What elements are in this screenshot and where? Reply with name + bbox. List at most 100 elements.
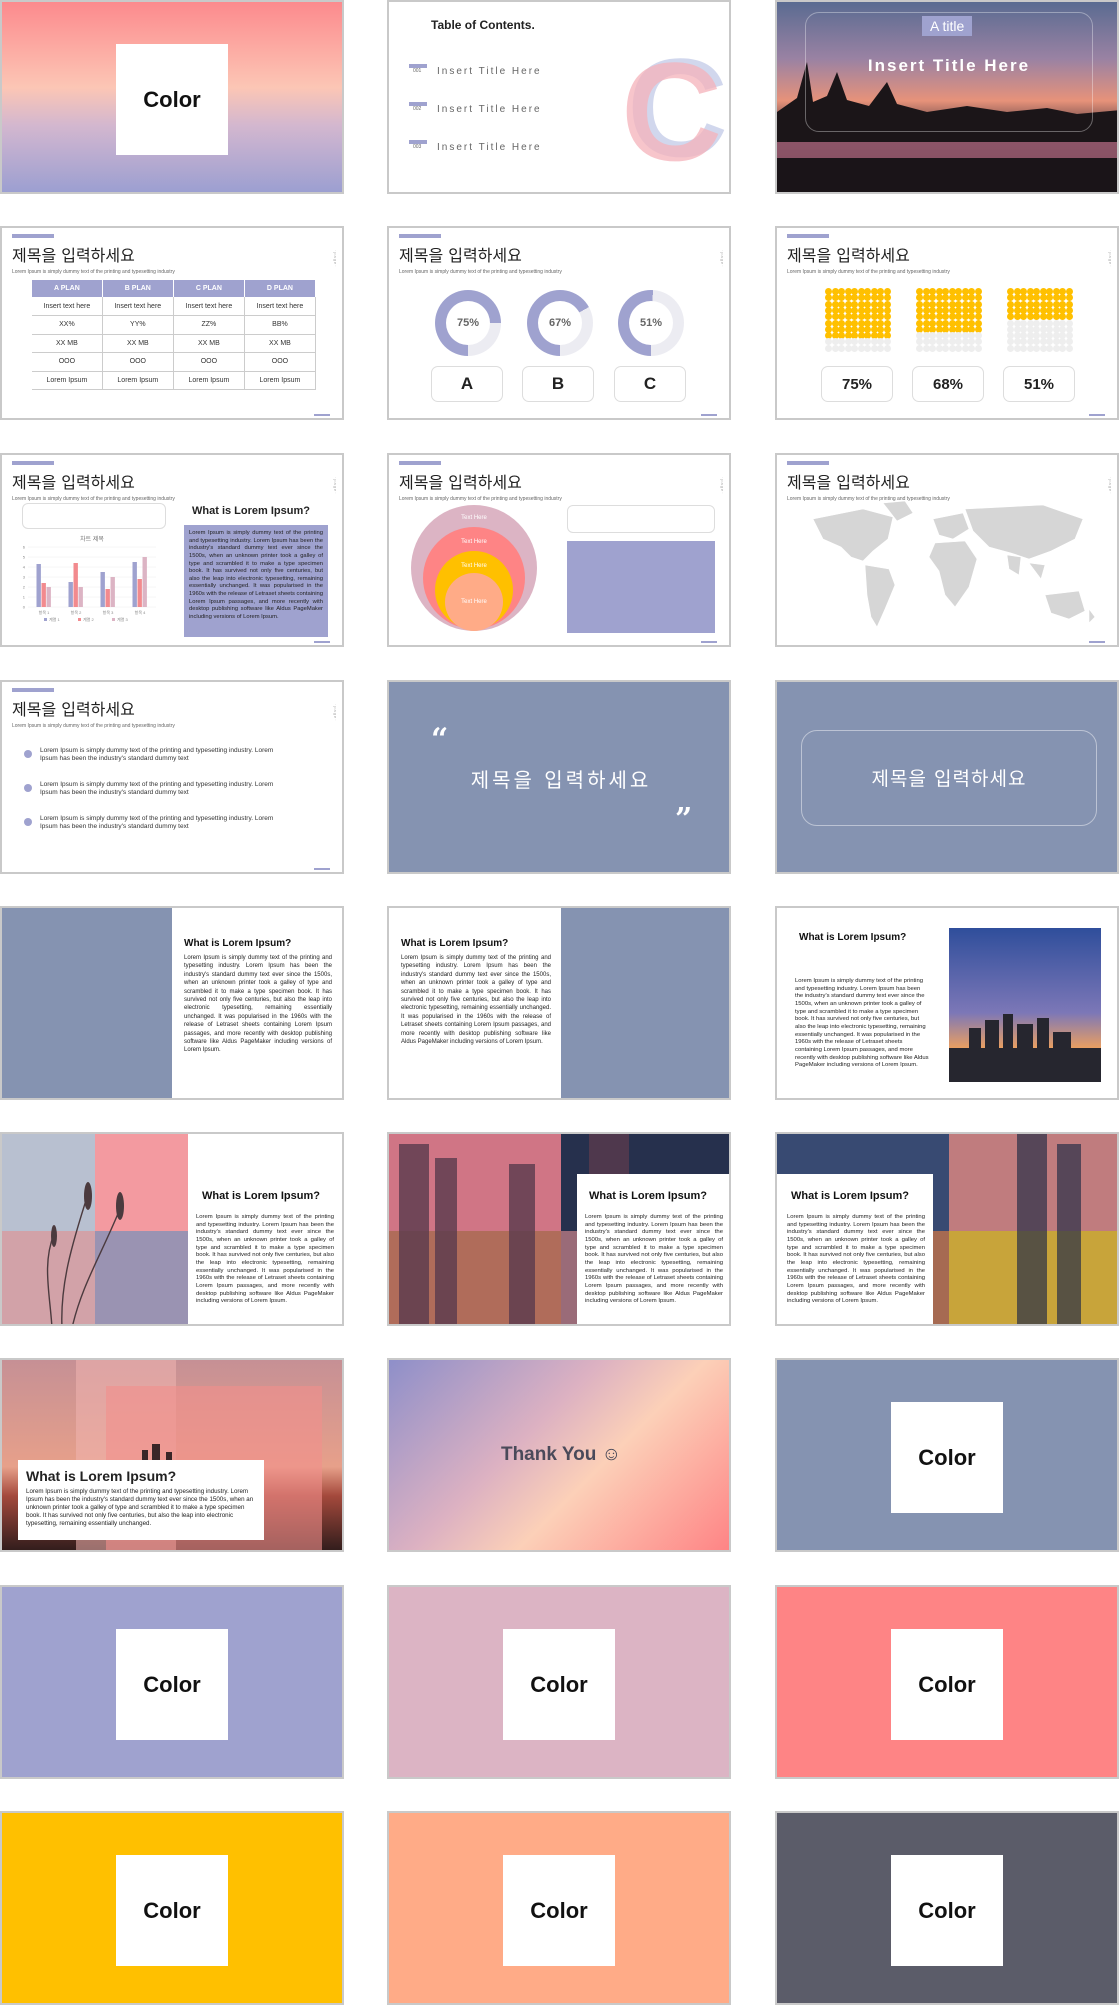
slide-text-left[interactable]: What is Lorem Ipsum? Lorem Ipsum is simp… [387, 906, 731, 1100]
slide-street-photo[interactable]: What is Lorem Ipsum? Lorem Ipsum is simp… [387, 1132, 731, 1326]
dot-chart [1007, 288, 1073, 352]
color-label: Color [891, 1855, 1003, 1966]
slide-text-right[interactable]: What is Lorem Ipsum? Lorem Ipsum is simp… [0, 906, 344, 1100]
dot [1020, 344, 1027, 352]
slide-color-pink[interactable]: Color [387, 1585, 731, 1779]
circle-label: Text Here [461, 539, 487, 545]
slide-quote[interactable]: “ 제목을 입력하세요 ” [387, 680, 731, 874]
table-row: XX MB XX MB XX MB XX MB [32, 334, 317, 353]
dot [883, 344, 891, 352]
sidebar-note: ·page· [333, 250, 338, 268]
table-header: C PLAN [173, 280, 245, 297]
slide-concentric[interactable]: 제목을 입력하세요 Lorem Ipsum is simply dummy tex… [387, 453, 731, 647]
dot [1065, 344, 1073, 352]
slide-subtitle: Lorem Ipsum is simply dummy text of the … [12, 496, 175, 502]
sidebar-note: ·page· [333, 477, 338, 495]
slide-dot-charts[interactable]: 제목을 입력하세요 Lorem Ipsum is simply dummy tex… [775, 226, 1119, 420]
slide-bar-chart[interactable]: 제목을 입력하세요 Lorem Ipsum is simply dummy tex… [0, 453, 344, 647]
bar [142, 557, 147, 607]
slide-subtitle: Lorem Ipsum is simply dummy text of the … [12, 269, 175, 275]
slide-subtitle: Lorem Ipsum is simply dummy text of the … [12, 723, 175, 729]
lorem-text: Lorem Ipsum is simply dummy text of the … [196, 1214, 334, 1305]
slide-color-yellow[interactable]: Color [0, 1811, 344, 2005]
color-label: Color [891, 1402, 1003, 1513]
lorem-box: Lorem Ipsum is simply dummy text of the … [184, 525, 328, 637]
sidebar-note: ·page· [720, 477, 725, 495]
legend-label: 계열 1 [49, 616, 60, 622]
dot [916, 344, 923, 352]
bullet-icon [24, 750, 32, 758]
slide-cover-photo[interactable]: A title Insert Title Here [775, 0, 1119, 194]
toc-big-letter: C [621, 33, 723, 190]
dot-chart [825, 288, 891, 352]
slide-grass-photo[interactable]: What is Lorem Ipsum? Lorem Ipsum is simp… [0, 1132, 344, 1326]
slide-color-steel[interactable]: Color [775, 1358, 1119, 1552]
donut-label: A [431, 366, 503, 402]
color-label: Color [503, 1629, 615, 1740]
y-tick-label: 6 [23, 545, 26, 550]
table-header: D PLAN [244, 280, 317, 297]
x-tick-label: 항목 3 [103, 609, 114, 615]
table-row: OOO OOO OOO OOO [32, 352, 317, 372]
bullet-text: Lorem Ipsum is simply dummy text of the … [40, 815, 274, 831]
slide-color-coral[interactable]: Color [775, 1585, 1119, 1779]
legend-label: 계열 3 [117, 616, 128, 622]
slide-toc[interactable]: Table of Contents. 001 Insert Title Here… [387, 0, 731, 194]
slide-color-peach[interactable]: Color [387, 1811, 731, 2005]
thank-you-text: Thank You ☺ [500, 1444, 622, 1465]
dot [968, 344, 975, 352]
cover-badge: A title [922, 16, 973, 36]
bar [68, 582, 73, 607]
close-quote-icon: ” [675, 802, 693, 837]
bar [100, 572, 105, 607]
slide-bullets[interactable]: 제목을 입력하세요 Lorem Ipsum is simply dummy tex… [0, 680, 344, 874]
slide-bridge-photo[interactable]: What is Lorem Ipsum? Lorem Ipsum is simp… [775, 1132, 1119, 1326]
slide-skyline-photo[interactable]: What is Lorem Ipsum? Lorem Ipsum is simp… [0, 1358, 344, 1552]
dot [974, 344, 982, 352]
bar [105, 589, 110, 607]
slide-donut-charts[interactable]: 제목을 입력하세요 Lorem Ipsum is simply dummy tex… [387, 226, 731, 420]
color-label: Color [116, 1855, 228, 1966]
slide-subtitle: Lorem Ipsum is simply dummy text of the … [399, 496, 562, 502]
dot-chart [916, 288, 982, 352]
dot [825, 344, 832, 352]
slide-color-lavender[interactable]: Color [0, 1585, 344, 1779]
donut-chart: 75% [435, 290, 501, 356]
slide-color-slate[interactable]: Color [775, 1811, 1119, 2005]
table-header: B PLAN [102, 280, 174, 297]
lorem-text: Lorem Ipsum is simply dummy text of the … [787, 1214, 925, 1305]
lorem-text: Lorem Ipsum is simply dummy text of the … [26, 1488, 254, 1528]
x-tick-label: 항목 1 [39, 609, 50, 615]
sidebar-note: ·page· [1108, 250, 1113, 268]
slide-framed-title[interactable]: 제목을 입력하세요 [775, 680, 1119, 874]
y-tick-label: 0 [23, 605, 26, 610]
x-tick-label: 항목 4 [135, 609, 146, 615]
slide-price-table[interactable]: 제목을 입력하세요 Lorem Ipsum is simply dummy tex… [0, 226, 344, 420]
cover-title: Insert Title Here [867, 56, 1031, 75]
bullet-text: Lorem Ipsum is simply dummy text of the … [40, 747, 274, 763]
toc-title: Table of Contents. [431, 18, 535, 32]
slide-world-map[interactable]: 제목을 입력하세요 Lorem Ipsum is simply dummy tex… [775, 453, 1119, 647]
circle-label: Text Here [461, 563, 487, 569]
slide-title: 제목을 입력하세요 [12, 473, 135, 492]
color-label: Color [891, 1629, 1003, 1740]
grass-photo [2, 1134, 188, 1324]
y-tick-label: 2 [23, 585, 26, 590]
dot-chart-value: 51% [1003, 366, 1075, 402]
toc-item-label: Insert Title Here [437, 66, 542, 77]
y-tick-label: 4 [23, 565, 26, 570]
sidebar-note: ·page· [720, 250, 725, 268]
circle-label: Text Here [461, 599, 487, 605]
plan-table: A PLAN B PLAN C PLAN D PLAN Insert text … [32, 280, 317, 390]
side-panel [561, 908, 729, 1098]
donut-chart: 51% [618, 290, 684, 356]
slide-color-gradient[interactable]: Color [0, 0, 344, 194]
dot [1059, 344, 1066, 352]
slide-city-photo[interactable]: What is Lorem Ipsum? Lorem Ipsum is simp… [775, 906, 1119, 1100]
bar [46, 587, 51, 607]
slide-subtitle: Lorem Ipsum is simply dummy text of the … [399, 269, 562, 275]
donut-label: B [522, 366, 594, 402]
dot [864, 344, 871, 352]
slide-thank-you[interactable]: Thank You ☺ [387, 1358, 731, 1552]
color-label: Color [116, 44, 228, 155]
